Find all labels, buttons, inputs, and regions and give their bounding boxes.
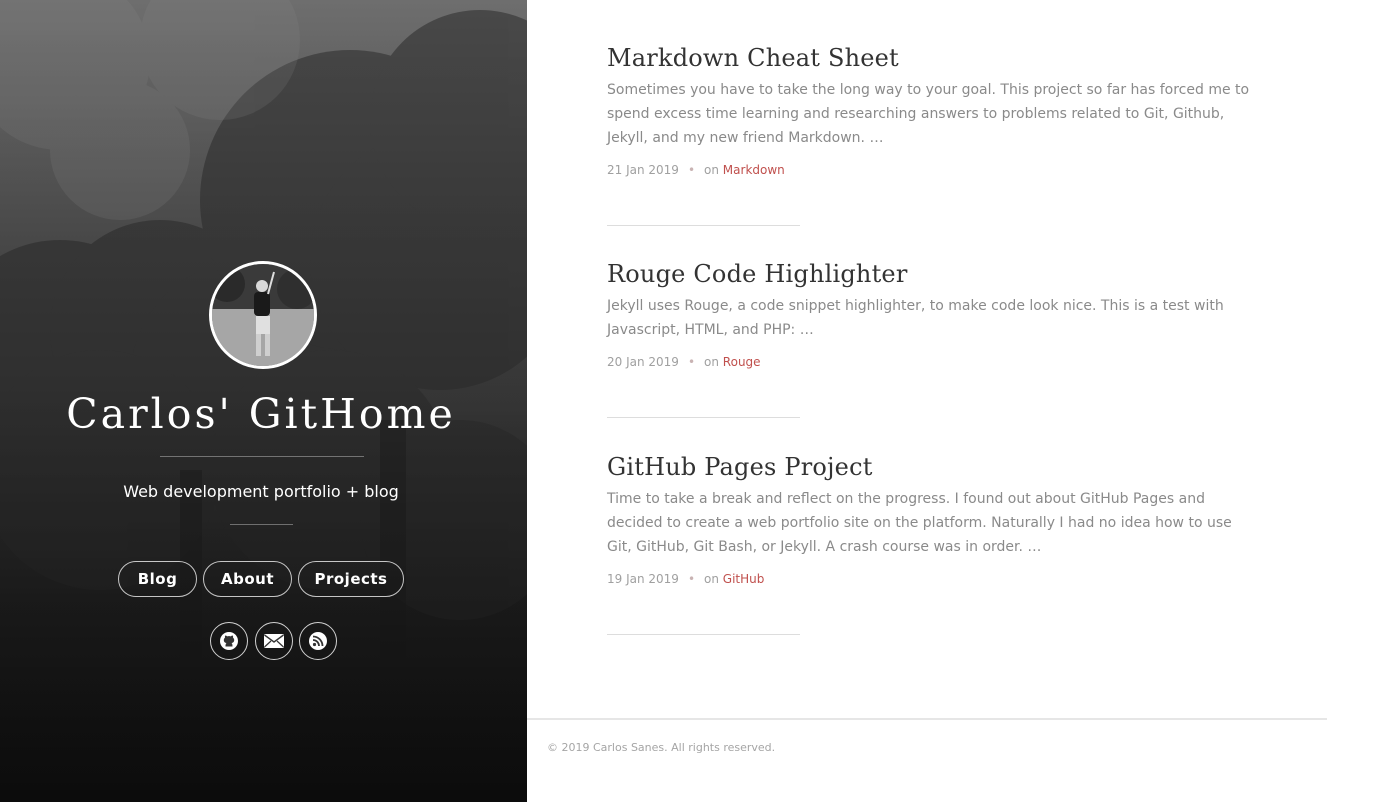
post-title-link[interactable]: Markdown Cheat Sheet — [607, 44, 1257, 72]
post-on-label: on — [704, 572, 719, 586]
meta-separator: • — [687, 572, 696, 586]
post-excerpt: Jekyll uses Rouge, a code snippet highli… — [607, 298, 1224, 338]
post-on-label: on — [704, 163, 719, 177]
rss-icon — [309, 632, 327, 650]
site-title[interactable]: Carlos' GitHome — [0, 390, 522, 438]
post-excerpt: Time to take a break and reflect on the … — [607, 491, 1232, 555]
github-icon — [220, 632, 238, 650]
post-title-link[interactable]: GitHub Pages Project — [607, 453, 1257, 481]
nav-projects-button[interactable]: Projects — [298, 561, 404, 597]
post-item: GitHub Pages Project Time to take a brea… — [607, 453, 1257, 586]
post-item: Markdown Cheat Sheet Sometimes you have … — [607, 44, 1257, 177]
email-link[interactable] — [255, 622, 293, 660]
meta-separator: • — [687, 355, 696, 369]
social-links — [0, 622, 522, 662]
post-meta: 20 Jan 2019 • on Rouge — [607, 355, 1257, 369]
sidebar: Carlos' GitHome Web development portfoli… — [0, 0, 527, 802]
post-title-link[interactable]: Rouge Code Highlighter — [607, 260, 1257, 288]
main-nav: Blog About Projects — [0, 561, 522, 599]
site-tagline: Web development portfolio + blog — [123, 482, 399, 501]
post-category-link[interactable]: Markdown — [723, 163, 785, 177]
post-date: 20 Jan 2019 — [607, 355, 679, 369]
github-link[interactable] — [210, 622, 248, 660]
footer-divider — [527, 718, 1327, 720]
post-divider — [607, 634, 800, 635]
post-category-link[interactable]: Rouge — [723, 355, 761, 369]
post-meta: 21 Jan 2019 • on Markdown — [607, 163, 1257, 177]
post-list: Markdown Cheat Sheet Sometimes you have … — [527, 0, 1379, 802]
tagline-divider — [230, 524, 293, 525]
title-divider — [160, 456, 364, 457]
rss-link[interactable] — [299, 622, 337, 660]
post-category-link[interactable]: GitHub — [723, 572, 765, 586]
post-date: 21 Jan 2019 — [607, 163, 679, 177]
meta-separator: • — [687, 163, 696, 177]
nav-blog-button[interactable]: Blog — [118, 561, 197, 597]
nav-about-button[interactable]: About — [203, 561, 292, 597]
post-divider — [607, 417, 800, 418]
post-excerpt: Sometimes you have to take the long way … — [607, 82, 1250, 146]
post-date: 19 Jan 2019 — [607, 572, 679, 586]
post-on-label: on — [704, 355, 719, 369]
post-divider — [607, 225, 800, 226]
footer-copyright: © 2019 Carlos Sanes. All rights reserved… — [547, 741, 776, 754]
mail-icon — [264, 634, 284, 648]
avatar — [209, 261, 317, 369]
post-item: Rouge Code Highlighter Jekyll uses Rouge… — [607, 260, 1257, 369]
post-meta: 19 Jan 2019 • on GitHub — [607, 572, 1257, 586]
